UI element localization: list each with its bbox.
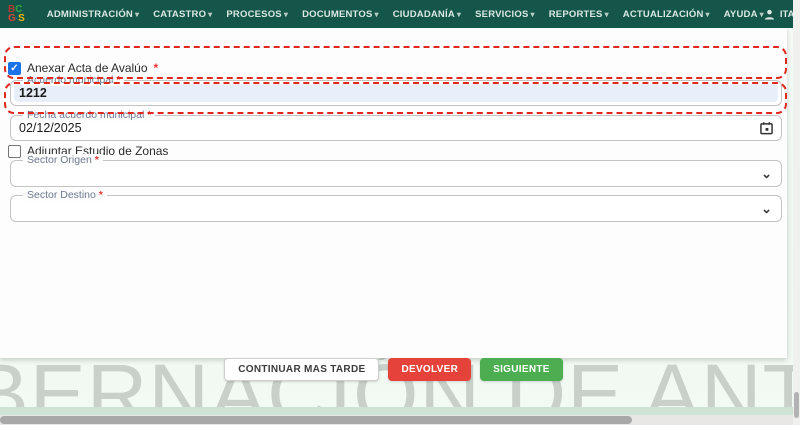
nav-item-servicios[interactable]: SERVICIOS▾ [475,9,535,20]
caret-down-icon: ▾ [706,10,710,19]
nav-item-documentos[interactable]: DOCUMENTOS▾ [302,9,379,20]
caret-down-icon: ▾ [135,10,139,19]
caret-down-icon: ▾ [375,10,379,19]
autofill-highlight [14,84,778,102]
acuerdo-municipal-input[interactable]: 1212 [19,86,47,100]
nav-item-ayuda[interactable]: AYUDA▾ [724,9,764,20]
user-icon [764,9,775,20]
caret-down-icon: ▾ [605,10,609,19]
top-navbar: BC G·S ADMINISTRACIÓN▾ CATASTRO▾ PROCESO… [0,0,793,28]
nav-item-catastro[interactable]: CATASTRO▾ [153,9,212,20]
vertical-scrollbar[interactable] [793,0,800,425]
caret-down-icon: ▾ [208,10,212,19]
horizontal-scrollbar-thumb[interactable] [0,416,632,424]
caret-down-icon: ▾ [457,10,461,19]
caret-down-icon: ▾ [284,10,288,19]
app-window: GOBERNACIÓN DE ANTIOQUIA ✓ Anexar Acta d… [0,0,800,425]
required-asterisk: * [154,61,159,75]
continuar-mas-tarde-button[interactable]: CONTINUAR MAS TARDE [224,358,379,381]
nav-item-procesos[interactable]: PROCESOS▾ [226,9,288,20]
sector-origen-label: Sector Origen * [23,154,103,166]
devolver-button[interactable]: DEVOLVER [388,358,471,381]
sector-destino-label: Sector Destino * [23,189,107,201]
fecha-acuerdo-input[interactable]: 02/12/2025 [19,121,82,135]
adjuntar-estudio-checkbox[interactable] [8,145,21,158]
acuerdo-municipal-field[interactable]: Acuerdo municipal * 1212 [10,80,782,106]
nav-item-ciudadania[interactable]: CIUDADANÍA▾ [393,9,461,20]
anexar-acta-row: ✓ Anexar Acta de Avalúo * [8,61,158,75]
anexar-acta-checkbox[interactable]: ✓ [8,62,21,75]
nav-item-reportes[interactable]: REPORTES▾ [549,9,609,20]
nav-item-administracion[interactable]: ADMINISTRACIÓN▾ [47,9,139,20]
form-actions: CONTINUAR MAS TARDE DEVOLVER SIGUIENTE [0,358,787,381]
nav-menu: ADMINISTRACIÓN▾ CATASTRO▾ PROCESOS▾ DOCU… [47,9,764,20]
form-card: ✓ Anexar Acta de Avalúo * Acuerdo munici… [0,28,787,358]
vertical-scrollbar-thumb[interactable] [794,392,799,418]
app-logo[interactable]: BC G·S [8,5,25,24]
caret-down-icon: ▾ [531,10,535,19]
anexar-acta-label: Anexar Acta de Avalúo [27,61,148,75]
acuerdo-municipal-label: Acuerdo municipal * [23,74,124,86]
sector-destino-select[interactable]: Sector Destino * ⌄ [10,195,782,222]
nav-item-actualizacion[interactable]: ACTUALIZACIÓN▾ [623,9,710,20]
fecha-acuerdo-field[interactable]: Fecha acuerdo municipal * 02/12/2025 [10,115,782,141]
horizontal-scrollbar[interactable] [0,415,800,425]
siguiente-button[interactable]: SIGUIENTE [480,358,563,381]
calendar-icon[interactable] [760,122,773,135]
check-icon: ✓ [10,63,18,74]
footer-band [0,407,800,415]
fecha-acuerdo-label: Fecha acuerdo municipal * [23,109,155,121]
sector-origen-select[interactable]: Sector Origen * ⌄ [10,160,782,187]
